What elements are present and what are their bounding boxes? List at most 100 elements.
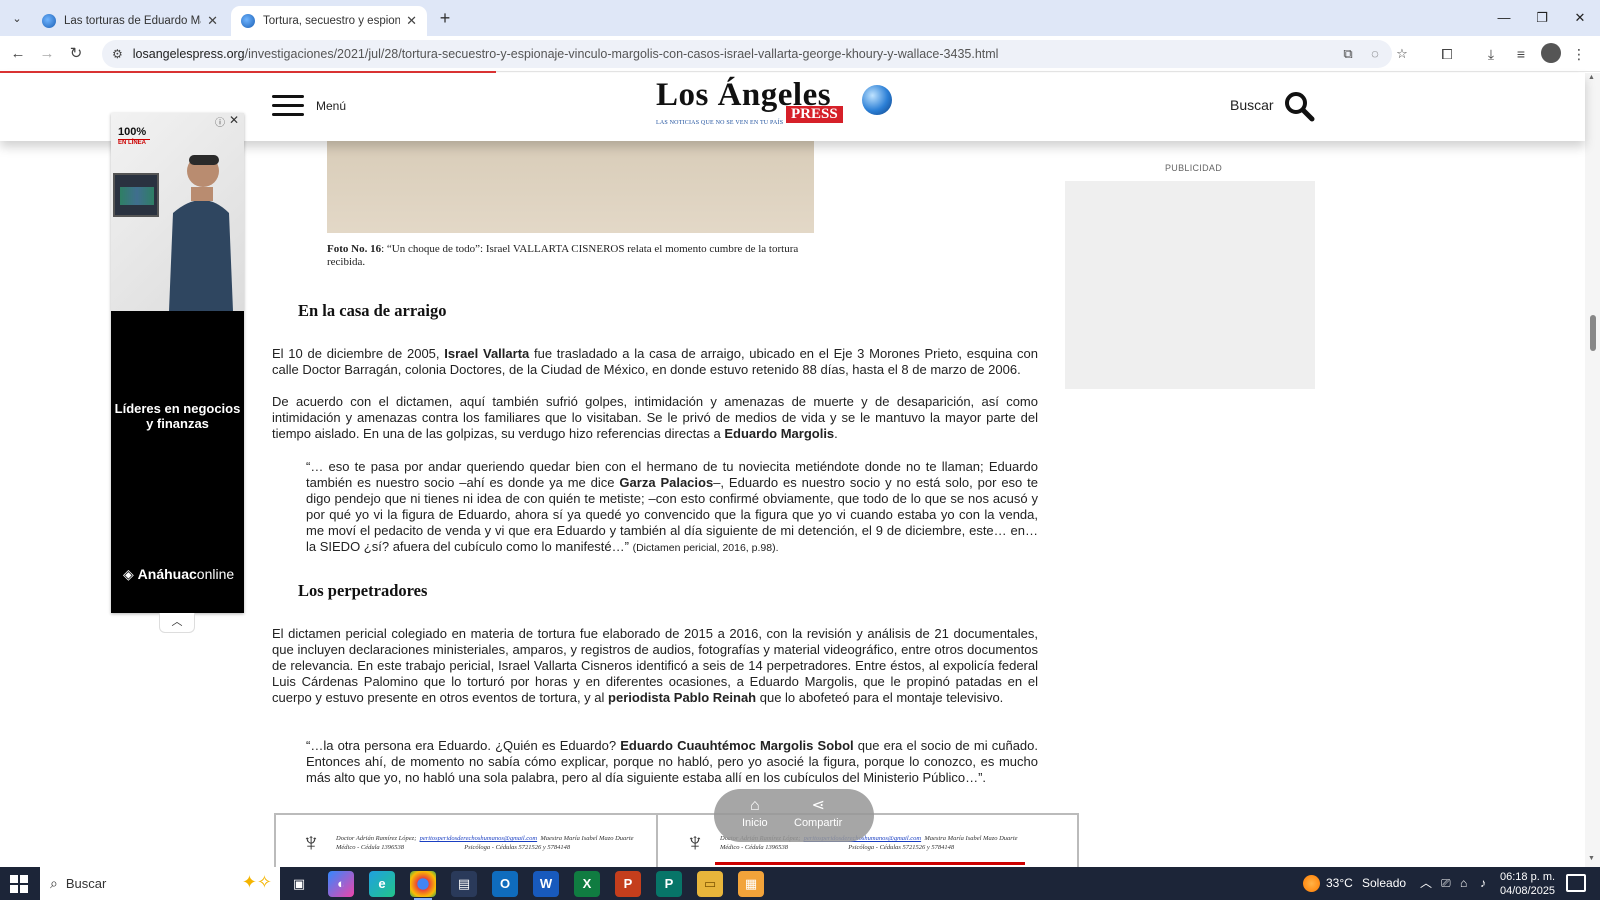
tab-title: Tortura, secuestro y espionaje, vínculo: [263, 15, 401, 27]
copilot-icon[interactable]: ◐: [328, 871, 354, 897]
ad-badge: 100% EN LÍNEA: [118, 126, 150, 146]
browser-toolbar: ← → ↻ ⚙ losangelespress.org/investigacio…: [0, 36, 1600, 72]
ad-brand-logo: ◈ Anáhuaconline: [123, 566, 235, 582]
hamburger-menu-icon[interactable]: [272, 95, 304, 117]
new-tab-plus-icon[interactable]: +: [433, 6, 457, 30]
profile-avatar[interactable]: [1541, 43, 1561, 63]
photo-caption: Foto No. 16: “Un choque de todo”: Israel…: [327, 243, 802, 269]
document-page: ♆ Doctor Adrián Ramírez López; peritospe…: [276, 815, 658, 867]
publisher-icon[interactable]: P: [656, 871, 682, 897]
url-path: /investigaciones/2021/jul/28/tortura-sec…: [244, 47, 999, 61]
restore-icon[interactable]: ❐: [1524, 6, 1560, 30]
sidebar-ad-anahuac[interactable]: 100% EN LÍNEA ⓘ ✕ Líderes en negocios y f…: [111, 113, 244, 613]
photos-app-icon[interactable]: ▦: [738, 871, 764, 897]
home-icon: ⌂: [750, 797, 760, 814]
network-icon[interactable]: ⌂: [1460, 867, 1467, 900]
floating-action-bar: ⌂ Inicio ⋖ Compartir: [714, 789, 874, 842]
home-label: Inicio: [742, 817, 768, 829]
tray-chevron-up-icon[interactable]: ︿: [1420, 867, 1432, 900]
taskbar-clock[interactable]: 06:18 p. m. 04/08/2025: [1500, 870, 1555, 898]
document-emblem-icon: ♆: [685, 827, 705, 857]
reload-icon[interactable]: ↻: [64, 42, 88, 66]
bookmark-star-icon[interactable]: ☆: [1391, 44, 1413, 64]
excel-icon[interactable]: X: [574, 871, 600, 897]
scroll-up-arrow-icon[interactable]: ▲: [1588, 74, 1595, 81]
logo-press: PRESS: [786, 106, 843, 123]
site-favicon-icon: [241, 14, 255, 28]
close-window-icon[interactable]: ✕: [1562, 6, 1598, 30]
powerpoint-icon[interactable]: P: [615, 871, 641, 897]
bold-text: Eduardo Cuauhtémoc Margolis Sobol: [620, 738, 854, 753]
document-emblem-icon: ♆: [301, 827, 321, 857]
taskbar-search-box[interactable]: ⌕ Buscar ✦✧: [40, 867, 280, 900]
doc-role1: Médico - Cédula 1396538: [720, 844, 789, 851]
page-scrollbar[interactable]: [1585, 73, 1600, 867]
sparkle-icon: ✦✧: [241, 872, 272, 892]
file-explorer-icon[interactable]: ▭: [697, 871, 723, 897]
site-favicon-icon: [42, 14, 56, 28]
weather-desc[interactable]: Soleado: [1362, 867, 1406, 900]
windows-start-icon[interactable]: [10, 875, 28, 893]
ad-brand-b: online: [196, 566, 235, 582]
home-button[interactable]: ⌂ Inicio: [742, 797, 768, 829]
tab-tortura[interactable]: Tortura, secuestro y espionaje, vínculo …: [231, 6, 427, 36]
ad-close-icon[interactable]: ✕: [229, 113, 239, 127]
site-info-icon[interactable]: ⚙: [112, 47, 123, 61]
outlook-icon[interactable]: O: [492, 871, 518, 897]
paragraph-1: El 10 de diciembre de 2005, Israel Valla…: [272, 346, 1038, 378]
site-logo[interactable]: Los Ángeles PRESS LAS NOTICIAS QUE NO SE…: [656, 77, 896, 137]
downloads-icon[interactable]: ⤓: [1480, 43, 1502, 65]
tab-close-icon[interactable]: ✕: [207, 13, 218, 29]
scroll-down-arrow-icon[interactable]: ▼: [1588, 855, 1595, 862]
chrome-icon[interactable]: [410, 871, 436, 900]
ad-photo: 100% EN LÍNEA: [111, 113, 244, 311]
ad-monitor-image: [113, 173, 159, 217]
weather-sun-icon[interactable]: [1303, 875, 1320, 892]
eye-slash-icon[interactable]: ◌: [1364, 44, 1386, 64]
menu-label[interactable]: Menú: [316, 99, 346, 113]
browser-menu-kebab-icon[interactable]: ⋮: [1568, 43, 1590, 65]
tab-margolis[interactable]: Las torturas de Eduardo Margolis ✕: [32, 6, 228, 36]
section-title-perpetradores: Los perpetradores: [298, 581, 428, 600]
meet-camera-icon[interactable]: ⎚: [1441, 867, 1451, 900]
store-icon[interactable]: ▤: [451, 871, 477, 897]
search-label[interactable]: Buscar: [1230, 97, 1274, 113]
document-header: Doctor Adrián Ramírez López; peritosperi…: [336, 835, 634, 842]
extensions-puzzle-icon[interactable]: ⧠: [1436, 43, 1458, 65]
volume-icon[interactable]: ♪: [1480, 867, 1486, 900]
task-view-icon[interactable]: ▣: [286, 871, 312, 897]
install-app-icon[interactable]: ⧉: [1337, 44, 1359, 64]
browser-tab-bar: ⌄ Las torturas de Eduardo Margolis ✕ Tor…: [0, 0, 1600, 36]
ad-collapse-chevron-up-icon[interactable]: ︿: [159, 613, 195, 633]
scrollbar-thumb[interactable]: [1590, 315, 1596, 351]
paragraph-3: El dictamen pericial colegiado en materi…: [272, 626, 1038, 706]
word-icon[interactable]: W: [533, 871, 559, 897]
ad-placeholder-right[interactable]: [1065, 181, 1315, 389]
document-scan-strip: ♆ Doctor Adrián Ramírez López; peritospe…: [274, 813, 1079, 867]
search-icon[interactable]: [1283, 90, 1315, 122]
minimize-icon[interactable]: —: [1486, 6, 1522, 30]
ad-info-icon[interactable]: ⓘ: [215, 114, 225, 129]
tab-list-chevron-icon[interactable]: ⌄: [6, 7, 28, 29]
windows-taskbar: ⌕ Buscar ✦✧ ▣ ◐ e ▤ O W X P P ▭ ▦ 33°C S…: [0, 867, 1600, 900]
share-button[interactable]: ⋖ Compartir: [794, 797, 842, 829]
edge-icon[interactable]: e: [369, 871, 395, 897]
text: .: [834, 426, 838, 441]
forward-arrow-icon[interactable]: →: [35, 42, 59, 66]
back-arrow-icon[interactable]: ←: [6, 42, 30, 66]
weather-temp[interactable]: 33°C: [1326, 867, 1353, 900]
caption-text: : “Un choque de todo”: Israel VALLARTA C…: [327, 243, 799, 268]
taskbar-search-text: Buscar: [65, 876, 107, 891]
publicidad-label: PUBLICIDAD: [1165, 163, 1223, 173]
address-bar[interactable]: ⚙ losangelespress.org/investigaciones/20…: [102, 40, 1408, 68]
document-subheader: Médico - Cédula 1396538 Psicóloga - Cédu…: [720, 844, 954, 851]
ad-badge-text: 100%: [118, 126, 147, 138]
ad-brand-a: Anáhuac: [137, 566, 197, 582]
media-controls-icon[interactable]: ≡: [1510, 43, 1532, 65]
clock-date: 04/08/2025: [1500, 885, 1556, 897]
doc-role2: Psicóloga - Cédulas 5721526 y 5784148: [464, 844, 571, 851]
logo-tagline: LAS NOTICIAS QUE NO SE VEN EN TU PAÍS: [656, 120, 784, 126]
tab-close-icon[interactable]: ✕: [406, 13, 417, 29]
notifications-icon[interactable]: [1566, 874, 1586, 892]
url-text: losangelespress.org/investigaciones/2021…: [133, 47, 999, 61]
